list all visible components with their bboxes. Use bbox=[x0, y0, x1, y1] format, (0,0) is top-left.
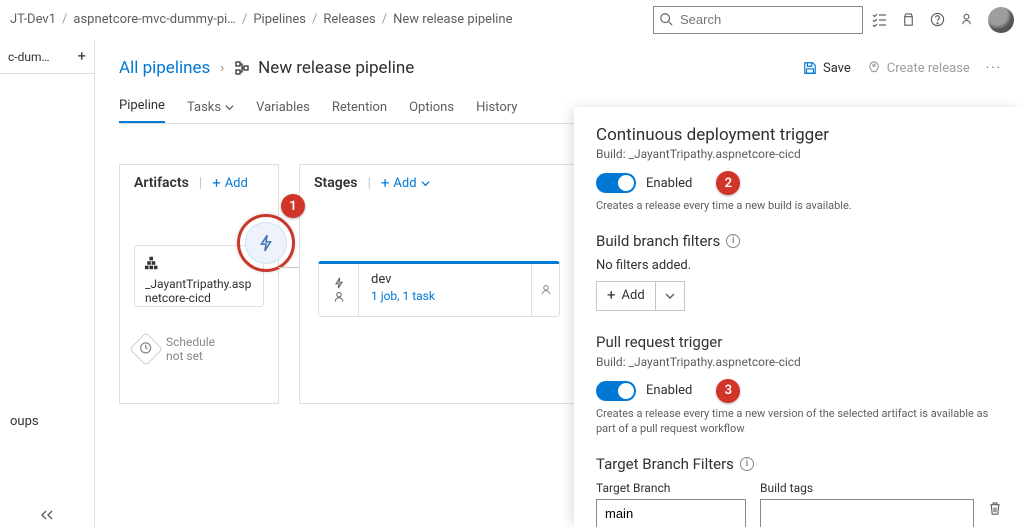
prt-enabled-label: Enabled bbox=[646, 383, 692, 398]
search-icon bbox=[659, 12, 673, 26]
artifacts-panel: Artifacts | +Add _JayantTripathy.aspnetc… bbox=[119, 164, 279, 404]
build-tags-input[interactable] bbox=[760, 499, 974, 527]
more-menu[interactable]: ··· bbox=[986, 61, 1002, 76]
person-icon bbox=[540, 284, 552, 296]
breadcrumb: JT-Dev1 / aspnetcore-mvc-dummy-pi… / Pip… bbox=[10, 12, 645, 27]
clock-icon bbox=[129, 332, 163, 366]
tab-pipeline[interactable]: Pipeline bbox=[119, 98, 165, 123]
tab-variables[interactable]: Variables bbox=[256, 100, 310, 123]
left-nav: c-dum… + oups bbox=[0, 40, 95, 527]
nav-item-groups[interactable]: oups bbox=[0, 404, 94, 438]
add-artifact-button[interactable]: +Add bbox=[212, 176, 248, 191]
crumb-project[interactable]: JT-Dev1 bbox=[10, 12, 56, 27]
prt-description: Creates a release every time a new versi… bbox=[596, 407, 1002, 437]
artifact-name: _JayantTripathy.aspnetcore-cicd bbox=[145, 277, 253, 305]
post-deploy-conditions[interactable] bbox=[531, 264, 559, 316]
plus-icon: + bbox=[607, 288, 616, 303]
tab-tasks[interactable]: Tasks bbox=[187, 100, 234, 123]
delete-filter-button[interactable] bbox=[988, 501, 1002, 520]
chevron-down-icon bbox=[225, 103, 234, 112]
cdt-description: Creates a release every time a new build… bbox=[596, 199, 1002, 214]
callout-2: 2 bbox=[716, 171, 740, 195]
bbf-empty-text: No filters added. bbox=[596, 258, 1002, 273]
stage-jobs-link[interactable]: 1 job, 1 task bbox=[371, 289, 519, 303]
prt-build-label: Build: _JayantTripathy.aspnetcore-cicd bbox=[596, 355, 1002, 369]
cdt-enabled-label: Enabled bbox=[646, 176, 692, 191]
create-release-button: Create release bbox=[867, 61, 970, 76]
artifact-card[interactable]: _JayantTripathy.aspnetcore-cicd bbox=[134, 245, 264, 307]
chevron-right-icon: › bbox=[220, 61, 224, 76]
tasks-icon[interactable] bbox=[871, 12, 887, 28]
bbf-title: Build branch filters bbox=[596, 232, 720, 250]
info-icon[interactable]: i bbox=[740, 457, 754, 471]
info-icon[interactable]: i bbox=[726, 234, 740, 248]
crumb-releases[interactable]: Releases bbox=[323, 12, 375, 27]
stage-name: dev bbox=[371, 272, 519, 287]
tab-history[interactable]: History bbox=[476, 100, 517, 123]
cdt-enabled-toggle[interactable] bbox=[596, 173, 636, 193]
crumb-repo[interactable]: aspnetcore-mvc-dummy-pi… bbox=[73, 12, 236, 27]
cd-trigger-button[interactable] bbox=[245, 222, 287, 264]
cdt-title: Continuous deployment trigger bbox=[596, 125, 1002, 145]
plus-icon[interactable]: + bbox=[77, 49, 86, 64]
callout-3: 3 bbox=[716, 379, 740, 403]
lightning-icon bbox=[257, 234, 275, 252]
tab-retention[interactable]: Retention bbox=[332, 100, 387, 123]
add-stage-button[interactable]: + Add bbox=[381, 176, 430, 191]
cdt-build-label: Build: _JayantTripathy.aspnetcore-cicd bbox=[596, 147, 1002, 161]
crumb-pipelines[interactable]: Pipelines bbox=[253, 12, 306, 27]
plus-icon: + bbox=[381, 176, 390, 191]
stage-card[interactable]: dev 1 job, 1 task bbox=[318, 261, 560, 317]
stages-panel: Stages | + Add dev 1 job, 1 task bbox=[299, 164, 579, 404]
bbf-add-button[interactable]: +Add bbox=[596, 281, 685, 311]
avatar[interactable] bbox=[988, 7, 1014, 33]
plus-icon: + bbox=[212, 176, 221, 191]
artifacts-header: Artifacts bbox=[134, 175, 189, 191]
nav-project-tab[interactable]: c-dum… + bbox=[0, 40, 94, 74]
target-branch-input[interactable] bbox=[596, 499, 746, 527]
rocket-icon bbox=[867, 61, 881, 75]
chevron-down-icon bbox=[665, 291, 675, 301]
save-icon bbox=[803, 61, 817, 75]
all-pipelines-link[interactable]: All pipelines bbox=[119, 58, 210, 78]
marketplace-icon[interactable] bbox=[901, 12, 916, 27]
chevron-down-icon bbox=[421, 179, 430, 188]
bbf-add-dropdown[interactable] bbox=[656, 282, 684, 310]
build-tags-label: Build tags bbox=[760, 481, 974, 495]
tbf-title: Target Branch Filters bbox=[596, 455, 734, 473]
prt-enabled-toggle[interactable] bbox=[596, 381, 636, 401]
pipeline-title[interactable]: New release pipeline bbox=[234, 58, 414, 78]
tab-options[interactable]: Options bbox=[409, 100, 454, 123]
crumb-current: New release pipeline bbox=[393, 12, 512, 27]
prt-title: Pull request trigger bbox=[596, 333, 722, 351]
save-button[interactable]: Save bbox=[803, 61, 851, 76]
pre-deploy-conditions[interactable] bbox=[319, 264, 359, 316]
target-branch-label: Target Branch bbox=[596, 481, 746, 495]
lightning-icon bbox=[333, 277, 345, 289]
nav-collapse-button[interactable] bbox=[0, 509, 94, 521]
search-input[interactable] bbox=[653, 6, 863, 34]
cd-trigger-panel: Continuous deployment trigger Build: _Ja… bbox=[574, 107, 1024, 527]
schedule-label: Schedule bbox=[166, 335, 215, 349]
help-icon[interactable] bbox=[930, 12, 945, 27]
schedule-status: not set bbox=[166, 349, 215, 363]
stages-header: Stages bbox=[314, 175, 357, 191]
person-icon bbox=[333, 291, 345, 303]
settings-icon[interactable] bbox=[959, 12, 974, 27]
release-icon bbox=[234, 60, 250, 76]
build-icon bbox=[145, 256, 253, 273]
schedule-button[interactable]: Schedule not set bbox=[134, 335, 264, 363]
